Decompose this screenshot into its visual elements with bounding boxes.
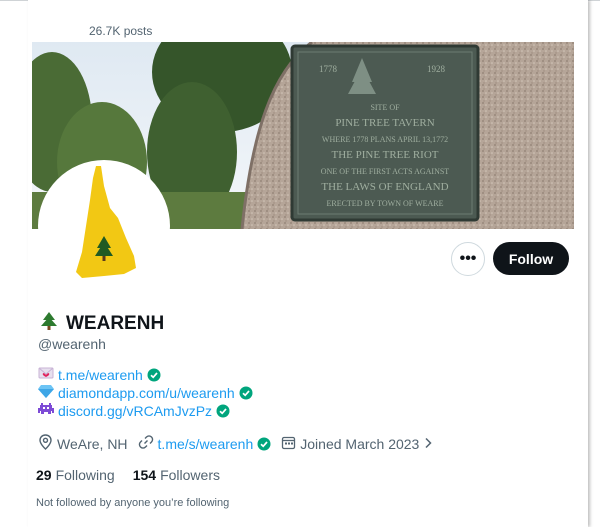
followers-label: Followers (160, 467, 220, 483)
diamondapp-link[interactable]: diamondapp.com/u/wearenh (58, 384, 235, 402)
plaque-text-line: 1928 (427, 64, 446, 74)
tree-icon (38, 310, 60, 337)
plaque-text-line: ERECTED BY TOWN OF WEARE (326, 199, 443, 208)
plaque-text-line: THE LAWS OF ENGLAND (321, 181, 448, 193)
followers-count: 154 (132, 467, 157, 483)
joined-text: Joined March 2023 (300, 435, 420, 452)
bio: t.me/wearenh diamondapp.com/u/wearenh di… (38, 366, 253, 420)
gem-icon (38, 384, 54, 402)
profile-meta: WeAre, NH t.me/s/wearenh Joined March 20… (38, 434, 443, 453)
verified-check-icon (216, 404, 230, 418)
website: t.me/s/wearenh (138, 434, 272, 453)
following-count: 29 (36, 467, 52, 483)
more-options-button[interactable]: ••• (451, 242, 485, 276)
plaque-text-line: THE PINE TREE RIOT (331, 149, 438, 161)
profile-avatar[interactable] (38, 160, 170, 292)
follow-button[interactable]: Follow (493, 242, 569, 275)
not-followed-note: Not followed by anyone you’re following (36, 497, 230, 509)
bio-link-row: t.me/wearenh (38, 366, 253, 384)
posts-count: 26.7K posts (89, 24, 153, 38)
link-icon (138, 434, 154, 453)
chevron-right-icon (423, 436, 433, 452)
bio-link-row: diamondapp.com/u/wearenh (38, 384, 253, 402)
user-handle: @wearenh (38, 336, 106, 352)
verified-check-icon (257, 437, 271, 451)
nh-state-shape (76, 166, 136, 278)
verified-check-icon (147, 368, 161, 382)
location-text: WeAre, NH (57, 435, 128, 452)
name-row: WEARENH (38, 310, 164, 337)
following-label: Following (55, 467, 115, 483)
display-name: WEARENH (66, 312, 165, 334)
profile-panel: 26.7K posts 1778 1928 SITE OF PINE TREE … (28, 0, 588, 527)
plaque-text-line: 1778 (319, 64, 338, 74)
follow-stats: 29 Following 154 Followers (36, 467, 238, 483)
calendar-icon (281, 435, 296, 453)
verified-check-icon (239, 386, 253, 400)
bio-link-row: discord.gg/vRCAmJvzPz (38, 402, 253, 420)
followers-link[interactable]: 154 Followers (133, 467, 220, 483)
following-link[interactable]: 29 Following (36, 467, 115, 483)
love-letter-icon (38, 366, 54, 384)
website-link[interactable]: t.me/s/wearenh (158, 436, 254, 452)
plaque-text-line: SITE OF (370, 103, 400, 112)
joined-date[interactable]: Joined March 2023 (281, 435, 433, 453)
telegram-link[interactable]: t.me/wearenh (58, 366, 143, 384)
discord-link[interactable]: discord.gg/vRCAmJvzPz (58, 402, 212, 420)
plaque-text-line: PINE TREE TAVERN (335, 117, 434, 129)
location-pin-icon (38, 434, 53, 453)
space-invader-icon (38, 402, 54, 420)
plaque-text-line: WHERE 1778 PLANS APRIL 13,1772 (322, 135, 448, 144)
plaque-text-line: ONE OF THE FIRST ACTS AGAINST (321, 167, 450, 176)
location: WeAre, NH (38, 434, 128, 453)
